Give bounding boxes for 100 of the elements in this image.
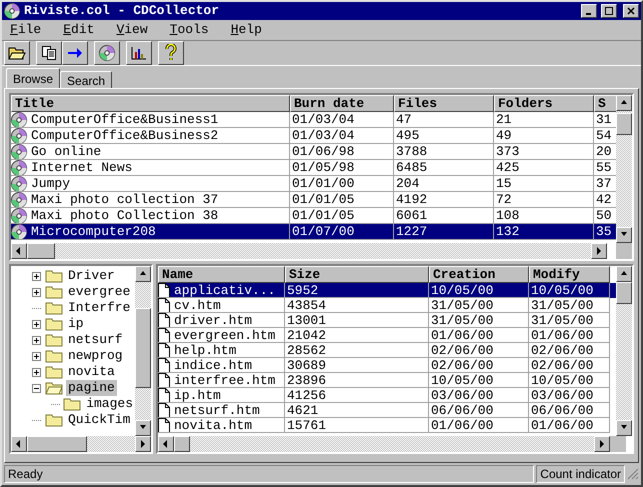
toolbar-button[interactable]: [126, 41, 152, 65]
table-cell-text: 35: [595, 224, 612, 239]
maximize-button[interactable]: [601, 4, 617, 18]
table-cell-text: 02/06/00: [430, 343, 494, 357]
close-button[interactable]: [623, 4, 639, 18]
vertical-scrollbar[interactable]: [616, 95, 632, 243]
tree-item[interactable]: newprog: [66, 348, 125, 364]
table-row[interactable]: Go online 01/06/98 3788 373 20: [11, 144, 616, 160]
scroll-up-button[interactable]: [616, 266, 632, 282]
column-header[interactable]: S: [594, 95, 616, 112]
table-cell-text: 54: [595, 128, 612, 143]
tree-item[interactable]: ip: [66, 316, 86, 332]
table-cell-text: 10/05/00: [430, 373, 494, 387]
toolbar-button[interactable]: [62, 41, 88, 65]
horizontal-scrollbar[interactable]: [158, 436, 610, 452]
status-text: Ready: [4, 465, 534, 483]
horizontal-scrollbar[interactable]: [11, 243, 607, 259]
column-header[interactable]: Name: [158, 266, 285, 283]
scroll-up-button[interactable]: [135, 266, 151, 282]
scroll-thumb[interactable]: [27, 243, 55, 259]
help-icon: [164, 44, 178, 62]
column-header[interactable]: Files: [394, 95, 494, 112]
vertical-scrollbar[interactable]: [616, 266, 632, 436]
horizontal-scrollbar[interactable]: [11, 436, 151, 452]
toolbar-button[interactable]: [158, 41, 184, 65]
expand-button[interactable]: [32, 336, 40, 344]
column-header[interactable]: Burn date: [290, 95, 394, 112]
scroll-thumb[interactable]: [135, 308, 151, 388]
menu-item[interactable]: File: [6, 22, 46, 38]
toolbar-button[interactable]: [36, 41, 62, 65]
folder-icon: [45, 413, 63, 427]
scroll-left-button[interactable]: [158, 436, 174, 452]
table-row[interactable]: ComputerOffice&Business2 01/03/04 495 49 54: [11, 128, 616, 144]
scroll-down-button[interactable]: [135, 420, 151, 436]
table-row[interactable]: Maxi photo Collection 38 01/01/05 6061 108 50: [11, 208, 616, 224]
menu-item[interactable]: Help: [226, 22, 266, 38]
tree-item[interactable]: images: [84, 396, 135, 412]
table-row[interactable]: Microcomputer208 01/07/00 1227 132 35: [11, 224, 616, 240]
column-header[interactable]: Size: [285, 266, 429, 283]
vertical-scrollbar[interactable]: [135, 266, 151, 436]
table-row[interactable]: Internet News 01/05/98 6485 425 55: [11, 160, 616, 176]
menu-item[interactable]: Tools: [166, 22, 213, 38]
table-cell-text: 41256: [286, 388, 326, 402]
expand-button[interactable]: [32, 352, 40, 360]
tree-item[interactable]: QuickTim: [66, 412, 132, 428]
plus-icon: [34, 354, 38, 358]
table-row[interactable]: applicativ... 5952 10/05/00 10/05/00: [158, 283, 616, 298]
scroll-thumb[interactable]: [616, 113, 632, 135]
resize-grip-icon: [627, 468, 639, 480]
scroll-right-button[interactable]: [135, 436, 151, 452]
table-cell-text: 02/06/00: [530, 343, 594, 357]
table-cell-text: 23896: [286, 373, 326, 387]
tree-item[interactable]: netsurf: [66, 332, 125, 348]
scroll-down-button[interactable]: [616, 227, 632, 243]
column-header[interactable]: Modify: [529, 266, 610, 283]
column-header[interactable]: Creation: [429, 266, 529, 283]
toolbar-button[interactable]: [94, 41, 120, 65]
disc-icon: [99, 45, 115, 61]
up-arrow-icon: [620, 270, 628, 278]
scroll-left-button[interactable]: [11, 243, 27, 259]
tree-item[interactable]: Interfre: [66, 300, 132, 316]
scroll-right-button[interactable]: [591, 243, 607, 259]
scroll-thumb[interactable]: [616, 282, 632, 304]
bar-chart-icon: [131, 46, 147, 60]
tree-item[interactable]: novita: [66, 364, 117, 380]
status-indicator: Count indicator: [536, 465, 625, 483]
table-cell-text: 4621: [286, 403, 318, 417]
collapse-button[interactable]: [32, 384, 40, 392]
table-cell-text: 72: [495, 192, 512, 207]
expand-button[interactable]: [32, 368, 40, 376]
table-cell-text: 01/07/00: [291, 224, 354, 239]
scroll-thumb[interactable]: [27, 436, 87, 452]
tree-item[interactable]: pagine: [66, 380, 117, 396]
table-row[interactable]: ComputerOffice&Business1 01/03/04 47 21 31: [11, 112, 616, 128]
right-arrow-icon: [67, 47, 83, 59]
tree-item[interactable]: Driver: [66, 268, 117, 284]
table-cell-text: 10/05/00: [430, 283, 494, 297]
toolbar-button[interactable]: [4, 41, 30, 65]
tree-item[interactable]: evergree: [66, 284, 132, 300]
table-row[interactable]: Maxi photo collection 37 01/01/05 4192 72 42: [11, 192, 616, 208]
scroll-thumb[interactable]: [174, 436, 190, 452]
tab[interactable]: Search: [60, 71, 112, 88]
menu-item[interactable]: View: [112, 22, 152, 38]
expand-button[interactable]: [32, 288, 40, 296]
expand-button[interactable]: [32, 272, 40, 280]
expand-button[interactable]: [32, 320, 40, 328]
scroll-right-button[interactable]: [594, 436, 610, 452]
scroll-down-button[interactable]: [616, 420, 632, 436]
scroll-left-button[interactable]: [11, 436, 27, 452]
tab[interactable]: Browse: [6, 68, 60, 88]
table-cell-text: 21042: [286, 328, 326, 342]
column-header[interactable]: Folders: [494, 95, 594, 112]
table-cell-text: 01/03/04: [291, 112, 354, 127]
table-cell-text: indice.htm: [173, 358, 252, 372]
scroll-up-button[interactable]: [616, 95, 632, 111]
table-row[interactable]: Jumpy 01/01/00 204 15 37: [11, 176, 616, 192]
minimize-button[interactable]: [581, 4, 597, 18]
menu-item[interactable]: Edit: [59, 22, 98, 38]
table-cell-text: Microcomputer208: [30, 224, 156, 239]
right-arrow-icon: [598, 440, 606, 448]
